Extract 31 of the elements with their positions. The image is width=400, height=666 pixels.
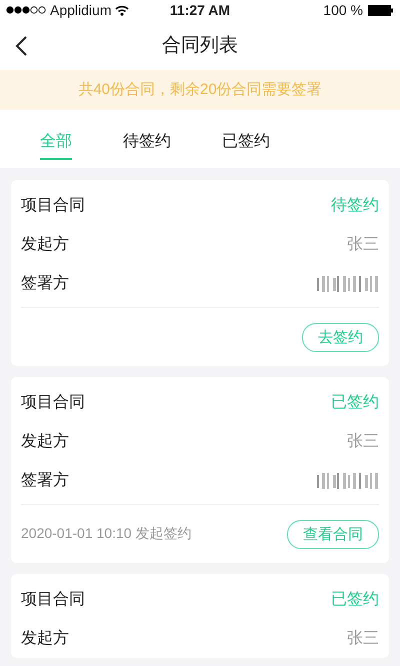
contract-status: 已签约 <box>331 590 379 610</box>
filter-tab[interactable]: 待签约 <box>123 118 171 160</box>
signal-icon <box>6 6 46 14</box>
initiator-name: 张三 <box>347 628 379 649</box>
field-label: 发起方 <box>21 628 69 649</box>
contract-title: 项目合同 <box>21 393 85 413</box>
initiator-name: 张三 <box>347 234 379 255</box>
carrier-name: Applidium <box>50 2 112 18</box>
back-icon[interactable] <box>14 35 28 57</box>
filter-tab[interactable]: 已签约 <box>222 118 270 160</box>
contract-status: 已签约 <box>331 393 379 413</box>
page-title: 合同列表 <box>162 34 238 58</box>
contract-title: 项目合同 <box>21 196 85 216</box>
notice-banner: 共40份合同，剩余20份合同需要签署 <box>0 70 400 110</box>
contract-title: 项目合同 <box>21 590 85 610</box>
initiator-name: 张三 <box>347 432 379 452</box>
status-time: 11:27 AM <box>170 2 230 18</box>
blurred-text-drawing <box>317 274 379 292</box>
field-label: 签署方 <box>21 274 69 294</box>
battery-percent: 100 % <box>323 2 363 18</box>
field-label: 发起方 <box>21 432 69 452</box>
field-label: 发起方 <box>21 234 69 255</box>
wifi-icon <box>115 4 130 16</box>
action-button[interactable]: 查看合同 <box>287 520 379 548</box>
field-label: 签署方 <box>21 470 69 491</box>
blurred-text-drawing <box>317 472 379 490</box>
contract-status: 待签约 <box>331 196 379 216</box>
filter-tab[interactable]: 全部 <box>40 118 72 160</box>
sign-date: 2020-01-01 10:10 发起签约 <box>21 525 192 543</box>
action-button[interactable]: 去签约 <box>302 322 379 352</box>
battery-icon <box>368 4 394 16</box>
